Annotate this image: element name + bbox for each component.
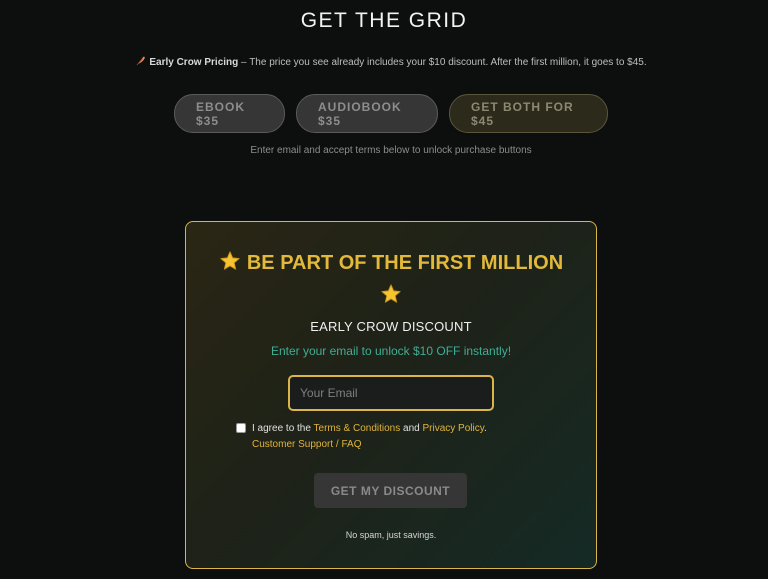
discount-card-hint: Enter your email to unlock $10 OFF insta… <box>270 344 512 358</box>
bundle-button[interactable]: GET BOTH FOR $45 <box>449 94 608 133</box>
terms-checkbox[interactable] <box>236 423 246 433</box>
get-discount-button[interactable]: GET MY DISCOUNT <box>314 473 467 508</box>
email-field[interactable] <box>288 375 494 411</box>
discount-card-title-text: BE PART OF THE FIRST MILLION <box>246 252 564 274</box>
terms-agreement: I agree to the Terms & Conditions and Pr… <box>236 421 566 437</box>
purchase-button-row: EBOOK $35 AUDIOBOOK $35 GET BOTH FOR $45 <box>0 94 768 133</box>
terms-and: and <box>400 423 423 434</box>
ebook-button[interactable]: EBOOK $35 <box>174 94 285 133</box>
discount-card: BE PART OF THE FIRST MILLION EARLY CROW … <box>185 221 597 569</box>
terms-text: I agree to the Terms & Conditions and Pr… <box>252 421 487 437</box>
customer-support-link[interactable]: Customer Support / FAQ <box>252 437 362 453</box>
privacy-policy-link[interactable]: Privacy Policy <box>422 423 484 434</box>
audiobook-button[interactable]: AUDIOBOOK $35 <box>296 94 438 133</box>
terms-conditions-link[interactable]: Terms & Conditions <box>314 423 401 434</box>
pricing-note-label: Early Crow Pricing <box>149 57 239 68</box>
terms-suffix: . <box>483 423 487 434</box>
page: GET THE GRID Early Crow Pricing – The pr… <box>0 0 768 579</box>
star-icon <box>220 251 240 270</box>
terms-prefix: I agree to the <box>252 423 314 434</box>
no-spam-note: No spam, just savings. <box>345 530 437 540</box>
page-title: GET THE GRID <box>300 9 468 32</box>
discount-card-subtitle: EARLY CROW DISCOUNT <box>310 319 472 334</box>
star-icon <box>381 284 401 303</box>
feather-icon <box>136 56 146 66</box>
pricing-note: Early Crow Pricing – The price you see a… <box>0 55 768 70</box>
unlock-note: Enter email and accept terms below to un… <box>250 145 532 156</box>
discount-card-title: BE PART OF THE FIRST MILLION <box>186 250 596 276</box>
pricing-note-text: – The price you see already includes you… <box>238 57 647 68</box>
